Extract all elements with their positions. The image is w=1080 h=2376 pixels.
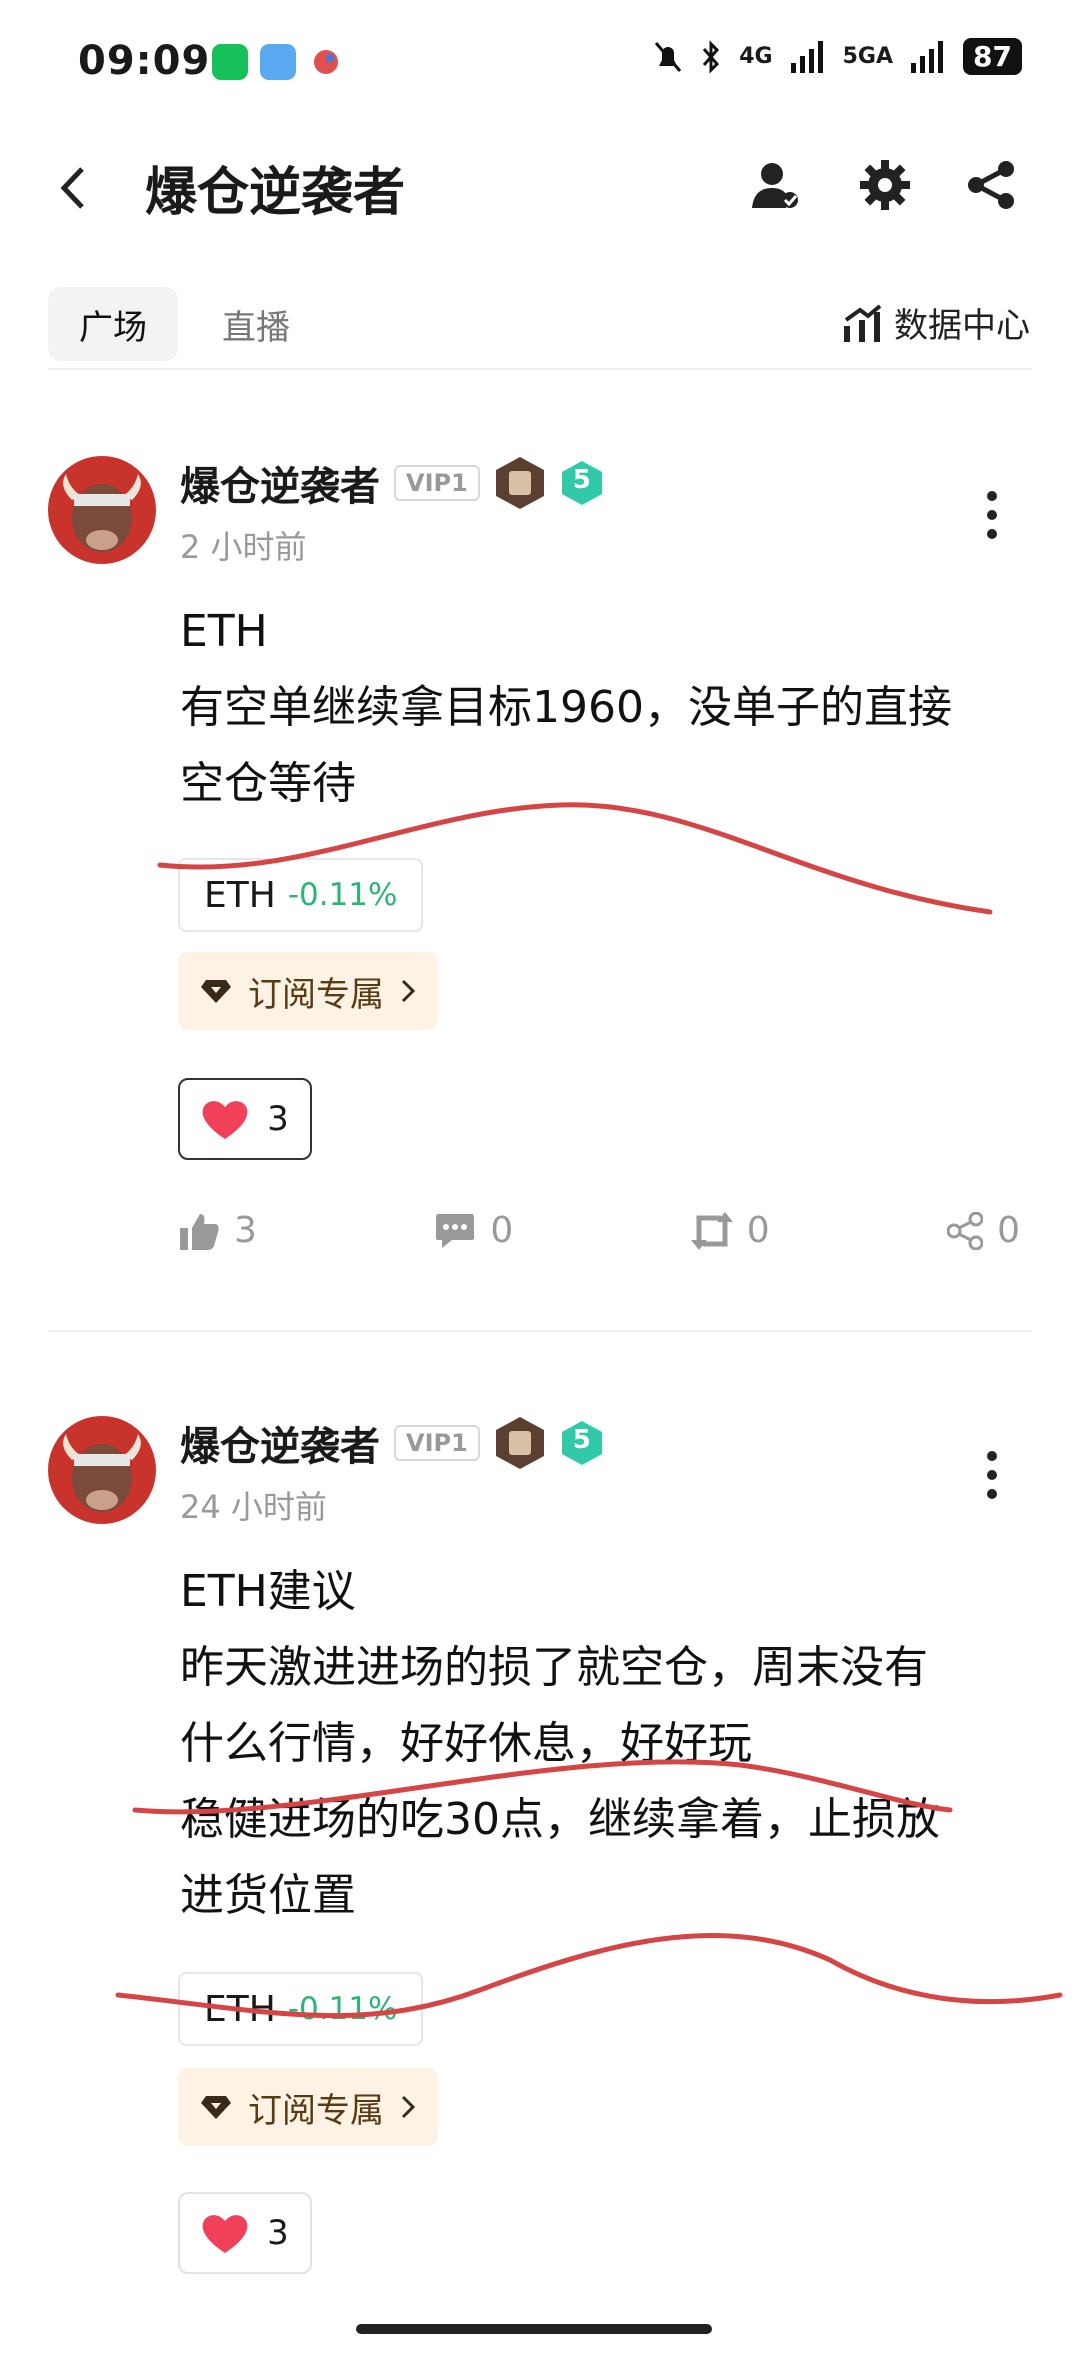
content-line: ETH <box>180 606 268 657</box>
subscribe-exclusive-button[interactable]: 订阅专属 <box>178 2068 438 2146</box>
comment-button[interactable]: 0 <box>434 1210 513 1251</box>
share-page-button[interactable] <box>966 160 1016 214</box>
network-5ga: 5GA <box>842 44 894 69</box>
share-button[interactable]: 0 <box>947 1210 1020 1251</box>
post-time: 2 小时前 <box>180 528 307 566</box>
share-count: 0 <box>997 1210 1020 1251</box>
share-icon <box>968 161 1014 209</box>
post-divider <box>48 1330 1032 1332</box>
level-number: 5 <box>572 465 591 495</box>
network-4g: 4G <box>739 44 773 69</box>
signal-icon-1 <box>790 40 823 73</box>
heart-reaction-button[interactable]: 3 <box>178 2192 312 2274</box>
page-title: 爆仓逆袭者 <box>145 163 406 223</box>
comment-count: 0 <box>490 1210 514 1251</box>
bull-avatar-icon <box>48 1416 156 1524</box>
repost-count: 0 <box>746 1210 770 1251</box>
coin-symbol: ETH <box>204 1988 276 2030</box>
chart-icon <box>844 303 882 342</box>
bull-avatar-icon <box>48 456 156 564</box>
subscribe-label: 订阅专属 <box>248 974 384 1015</box>
chevron-right-icon <box>401 2095 416 2119</box>
like-count: 3 <box>234 1210 257 1251</box>
author-name[interactable]: 爆仓逆袭者 <box>180 454 380 512</box>
subscribe-exclusive-button[interactable]: 订阅专属 <box>178 952 438 1030</box>
vip-badge: VIP1 <box>394 465 480 501</box>
user-check-icon <box>752 163 798 208</box>
heart-reaction-button[interactable]: 3 <box>178 1078 312 1160</box>
coin-change: -0.11% <box>287 877 398 913</box>
battery-level: 87 <box>963 38 1022 75</box>
achievement-badge-icon <box>495 1417 544 1469</box>
more-options-button[interactable] <box>986 1450 998 1504</box>
heart-icon <box>202 2215 248 2253</box>
coin-tag[interactable]: ETH -0.11% <box>178 858 424 932</box>
diamond-icon <box>201 2096 231 2119</box>
like-button[interactable]: 3 <box>180 1210 257 1251</box>
bird-app-icon <box>308 44 344 80</box>
heart-icon <box>202 1101 248 1139</box>
thumbs-up-icon <box>180 1213 219 1250</box>
content-line: 昨天激进进场的损了就空仓，周末没有 <box>180 1642 928 1693</box>
post-author-row: 爆仓逆袭者 VIP1 5 <box>180 1414 604 1472</box>
signal-icon-2 <box>911 40 944 73</box>
post-content: ETH建议 昨天激进进场的损了就空仓，周末没有 什么行情，好好休息，好好玩 稳健… <box>180 1554 1030 1934</box>
content-line: ETH建议 <box>180 1566 356 1617</box>
content-line: 空仓等待 <box>180 758 356 809</box>
reaction-count: 3 <box>267 2213 289 2253</box>
post-actions: 3 0 0 0 <box>180 1210 1020 1251</box>
more-vertical-icon <box>987 1451 997 1499</box>
reaction-count: 3 <box>267 1099 289 1139</box>
achievement-badge-icon <box>495 457 544 509</box>
level-number: 5 <box>572 1425 591 1455</box>
avatar[interactable] <box>48 1416 156 1524</box>
follow-user-button[interactable] <box>752 160 800 216</box>
chevron-left-icon <box>60 167 84 209</box>
data-center-link[interactable]: 数据中心 <box>842 298 1030 347</box>
status-time: 09:09 <box>78 38 211 84</box>
chevron-right-icon <box>401 979 416 1003</box>
post-content: ETH 有空单继续拿目标1960，没单子的直接 空仓等待 <box>180 594 1030 822</box>
tab-square[interactable]: 广场 <box>48 287 178 361</box>
comment-icon <box>436 1213 475 1248</box>
wechat-icon <box>212 44 248 80</box>
tab-divider <box>48 368 1032 370</box>
author-name[interactable]: 爆仓逆袭者 <box>180 1414 380 1472</box>
content-line: 进货位置 <box>180 1870 356 1921</box>
content-line: 稳健进场的吃30点，继续拿着，止损放 <box>180 1794 940 1845</box>
mute-bell-icon <box>655 41 682 72</box>
share-icon <box>947 1211 984 1250</box>
post-time: 24 小时前 <box>180 1488 327 1526</box>
repost-button[interactable]: 0 <box>690 1210 770 1251</box>
avatar[interactable] <box>48 456 156 564</box>
coin-symbol: ETH <box>204 874 276 916</box>
subscribe-label: 订阅专属 <box>248 2090 384 2131</box>
data-center-label: 数据中心 <box>894 306 1030 346</box>
coin-tag[interactable]: ETH -0.11% <box>178 1972 424 2046</box>
settings-button[interactable] <box>860 160 910 214</box>
coin-change: -0.11% <box>287 1991 398 2027</box>
more-options-button[interactable] <box>986 490 998 544</box>
content-line: 什么行情，好好休息，好好玩 <box>180 1718 752 1769</box>
gear-icon <box>860 160 910 210</box>
home-indicator[interactable] <box>356 2324 712 2334</box>
status-icons: 4G 5GA 87 <box>653 38 1022 75</box>
repost-icon <box>690 1211 733 1250</box>
back-button[interactable] <box>58 165 88 215</box>
diamond-icon <box>201 980 231 1003</box>
vip-badge: VIP1 <box>394 1425 480 1461</box>
level-badge: 5 <box>560 459 604 507</box>
post-author-row: 爆仓逆袭者 VIP1 5 <box>180 454 604 512</box>
weather-icon <box>260 44 296 80</box>
content-line: 有空单继续拿目标1960，没单子的直接 <box>180 682 952 733</box>
tab-live[interactable]: 直播 <box>222 300 290 349</box>
more-vertical-icon <box>987 491 997 539</box>
level-badge: 5 <box>560 1419 604 1467</box>
bluetooth-icon <box>703 39 720 74</box>
